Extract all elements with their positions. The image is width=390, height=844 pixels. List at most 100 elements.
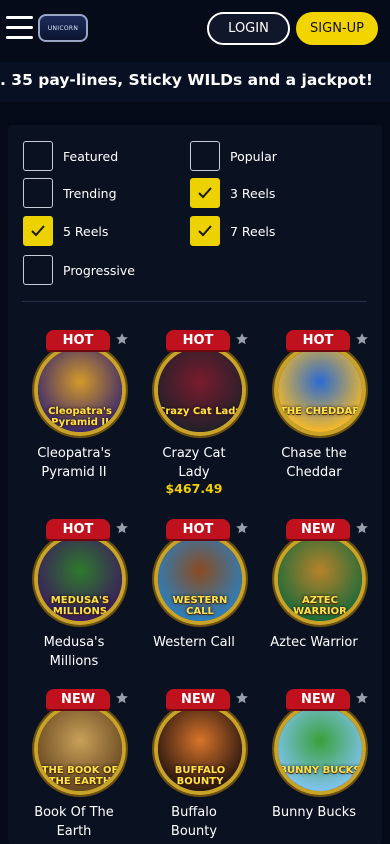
- filter-progressive[interactable]: Progressive: [23, 255, 135, 285]
- games-panel: Featured Popular Trending 3 Reels 5 Reel…: [8, 125, 382, 844]
- game-title-line2: Lady: [178, 465, 210, 480]
- game-art-title: Crazy Cat Lady: [158, 406, 242, 417]
- game-art-title: BUFFALO BOUNTY: [174, 765, 226, 787]
- game-title: Chase the Cheddar: [254, 444, 374, 482]
- checkmark-icon: [198, 187, 212, 199]
- game-tile[interactable]: THE BOOK OF THE EARTH NEW Book Of The Ea…: [14, 689, 134, 844]
- game-art: [278, 707, 362, 791]
- game-art-title: MEDUSA'S MILLIONS: [50, 595, 110, 617]
- divider: [22, 301, 367, 302]
- game-tile[interactable]: Cleopatra's Pyramid II HOT Cleopatra's P…: [14, 330, 134, 500]
- badge: NEW: [286, 689, 350, 709]
- checkbox[interactable]: [23, 255, 53, 285]
- game-thumbnail[interactable]: BUNNY BUCKS: [274, 703, 366, 795]
- checkbox[interactable]: [23, 216, 53, 246]
- checkbox[interactable]: [190, 141, 220, 171]
- game-art-title: Cleopatra's Pyramid II: [48, 406, 112, 428]
- game-title-line1: Buffalo: [171, 805, 217, 820]
- filter-7-reels[interactable]: 7 Reels: [190, 216, 275, 246]
- game-thumbnail[interactable]: Cleopatra's Pyramid II: [34, 344, 126, 436]
- filter-5-reels[interactable]: 5 Reels: [23, 216, 108, 246]
- game-title-line2: Cheddar: [286, 465, 342, 480]
- filter-label: 3 Reels: [230, 185, 276, 201]
- game-title-line1: Western Call: [153, 635, 235, 650]
- filter-featured[interactable]: Featured: [23, 141, 118, 171]
- checkbox[interactable]: [190, 178, 220, 208]
- game-title: Book Of The Earth: [14, 803, 134, 841]
- game-thumbnail[interactable]: BUFFALO BOUNTY: [154, 703, 246, 795]
- checkmark-icon: [31, 225, 45, 237]
- game-title-line2: Pyramid II: [41, 465, 107, 480]
- game-title: Aztec Warrior: [254, 633, 374, 652]
- star-icon[interactable]: [235, 521, 249, 535]
- checkbox[interactable]: [23, 141, 53, 171]
- filter-label: Progressive: [63, 262, 135, 278]
- game-tile[interactable]: WESTERN CALL HOT Western Call: [134, 519, 254, 689]
- star-icon[interactable]: [115, 521, 129, 535]
- game-title: Bunny Bucks: [254, 803, 374, 822]
- checkmark-icon: [198, 225, 212, 237]
- filter-list: Featured Popular Trending 3 Reels 5 Reel…: [8, 125, 382, 300]
- game-tile[interactable]: BUFFALO BOUNTY NEW Buffalo Bounty: [134, 689, 254, 844]
- game-thumbnail[interactable]: THE CHEDDAR: [274, 344, 366, 436]
- game-title-line2: Bounty: [170, 824, 218, 839]
- badge: HOT: [46, 330, 110, 350]
- game-tile[interactable]: AZTEC WARRIOR NEW Aztec Warrior: [254, 519, 374, 689]
- game-title-line1: Bunny Bucks: [271, 805, 357, 820]
- game-title: Cleopatra's Pyramid II: [14, 444, 134, 482]
- star-icon[interactable]: [355, 691, 369, 705]
- star-icon[interactable]: [235, 691, 249, 705]
- game-art: [278, 348, 362, 432]
- menu-icon[interactable]: [6, 16, 33, 40]
- game-art: [158, 348, 242, 432]
- game-tile[interactable]: THE CHEDDAR HOT Chase the Cheddar: [254, 330, 374, 500]
- game-title-line2: Millions: [49, 654, 99, 669]
- game-art-title: BUNNY BUCKS: [279, 765, 361, 776]
- checkbox[interactable]: [190, 216, 220, 246]
- game-thumbnail[interactable]: WESTERN CALL: [154, 533, 246, 625]
- game-tile[interactable]: Crazy Cat Lady HOT Crazy Cat Lady $467.4…: [134, 330, 254, 500]
- star-icon[interactable]: [355, 521, 369, 535]
- filter-label: Popular: [230, 148, 277, 164]
- badge: HOT: [166, 330, 230, 350]
- star-icon[interactable]: [115, 332, 129, 346]
- game-thumbnail[interactable]: Crazy Cat Lady: [154, 344, 246, 436]
- game-title-line1: Crazy Cat: [162, 446, 226, 461]
- checkbox[interactable]: [23, 178, 53, 208]
- badge: NEW: [46, 689, 110, 709]
- game-title-line1: Medusa's: [43, 635, 105, 650]
- game-tile[interactable]: BUNNY BUCKS NEW Bunny Bucks: [254, 689, 374, 844]
- game-thumbnail[interactable]: MEDUSA'S MILLIONS: [34, 533, 126, 625]
- badge: NEW: [286, 519, 350, 539]
- game-thumbnail[interactable]: THE BOOK OF THE EARTH: [34, 703, 126, 795]
- filter-popular[interactable]: Popular: [190, 141, 277, 171]
- site-logo[interactable]: UNICORN: [38, 14, 88, 42]
- game-title: Crazy Cat Lady: [134, 444, 254, 482]
- filter-label: Trending: [63, 185, 117, 201]
- promo-marquee: . 35 pay-lines, Sticky WILDs and a jackp…: [0, 62, 390, 102]
- game-title: Western Call: [134, 633, 254, 652]
- star-icon[interactable]: [235, 332, 249, 346]
- badge: NEW: [166, 689, 230, 709]
- badge: HOT: [286, 330, 350, 350]
- filter-label: 5 Reels: [63, 223, 109, 239]
- game-title-line2: Earth: [56, 824, 92, 839]
- star-icon[interactable]: [115, 691, 129, 705]
- login-button[interactable]: LOGIN: [207, 12, 290, 45]
- filter-trending[interactable]: Trending: [23, 178, 117, 208]
- star-icon[interactable]: [355, 332, 369, 346]
- filter-3-reels[interactable]: 3 Reels: [190, 178, 275, 208]
- game-title: Medusa's Millions: [14, 633, 134, 671]
- game-art-title: WESTERN CALL: [172, 595, 228, 617]
- signup-button[interactable]: SIGN-UP: [296, 12, 378, 45]
- game-art-title: THE CHEDDAR: [279, 406, 361, 417]
- game-thumbnail[interactable]: AZTEC WARRIOR: [274, 533, 366, 625]
- game-tile[interactable]: MEDUSA'S MILLIONS HOT Medusa's Millions: [14, 519, 134, 689]
- badge: HOT: [46, 519, 110, 539]
- marquee-text: . 35 pay-lines, Sticky WILDs and a jackp…: [0, 71, 373, 89]
- game-title-line1: Cleopatra's: [37, 446, 111, 461]
- game-art-title: THE BOOK OF THE EARTH: [41, 765, 119, 787]
- logo-text: UNICORN: [47, 24, 79, 32]
- game-title: Buffalo Bounty: [134, 803, 254, 841]
- filter-label: Featured: [63, 148, 119, 164]
